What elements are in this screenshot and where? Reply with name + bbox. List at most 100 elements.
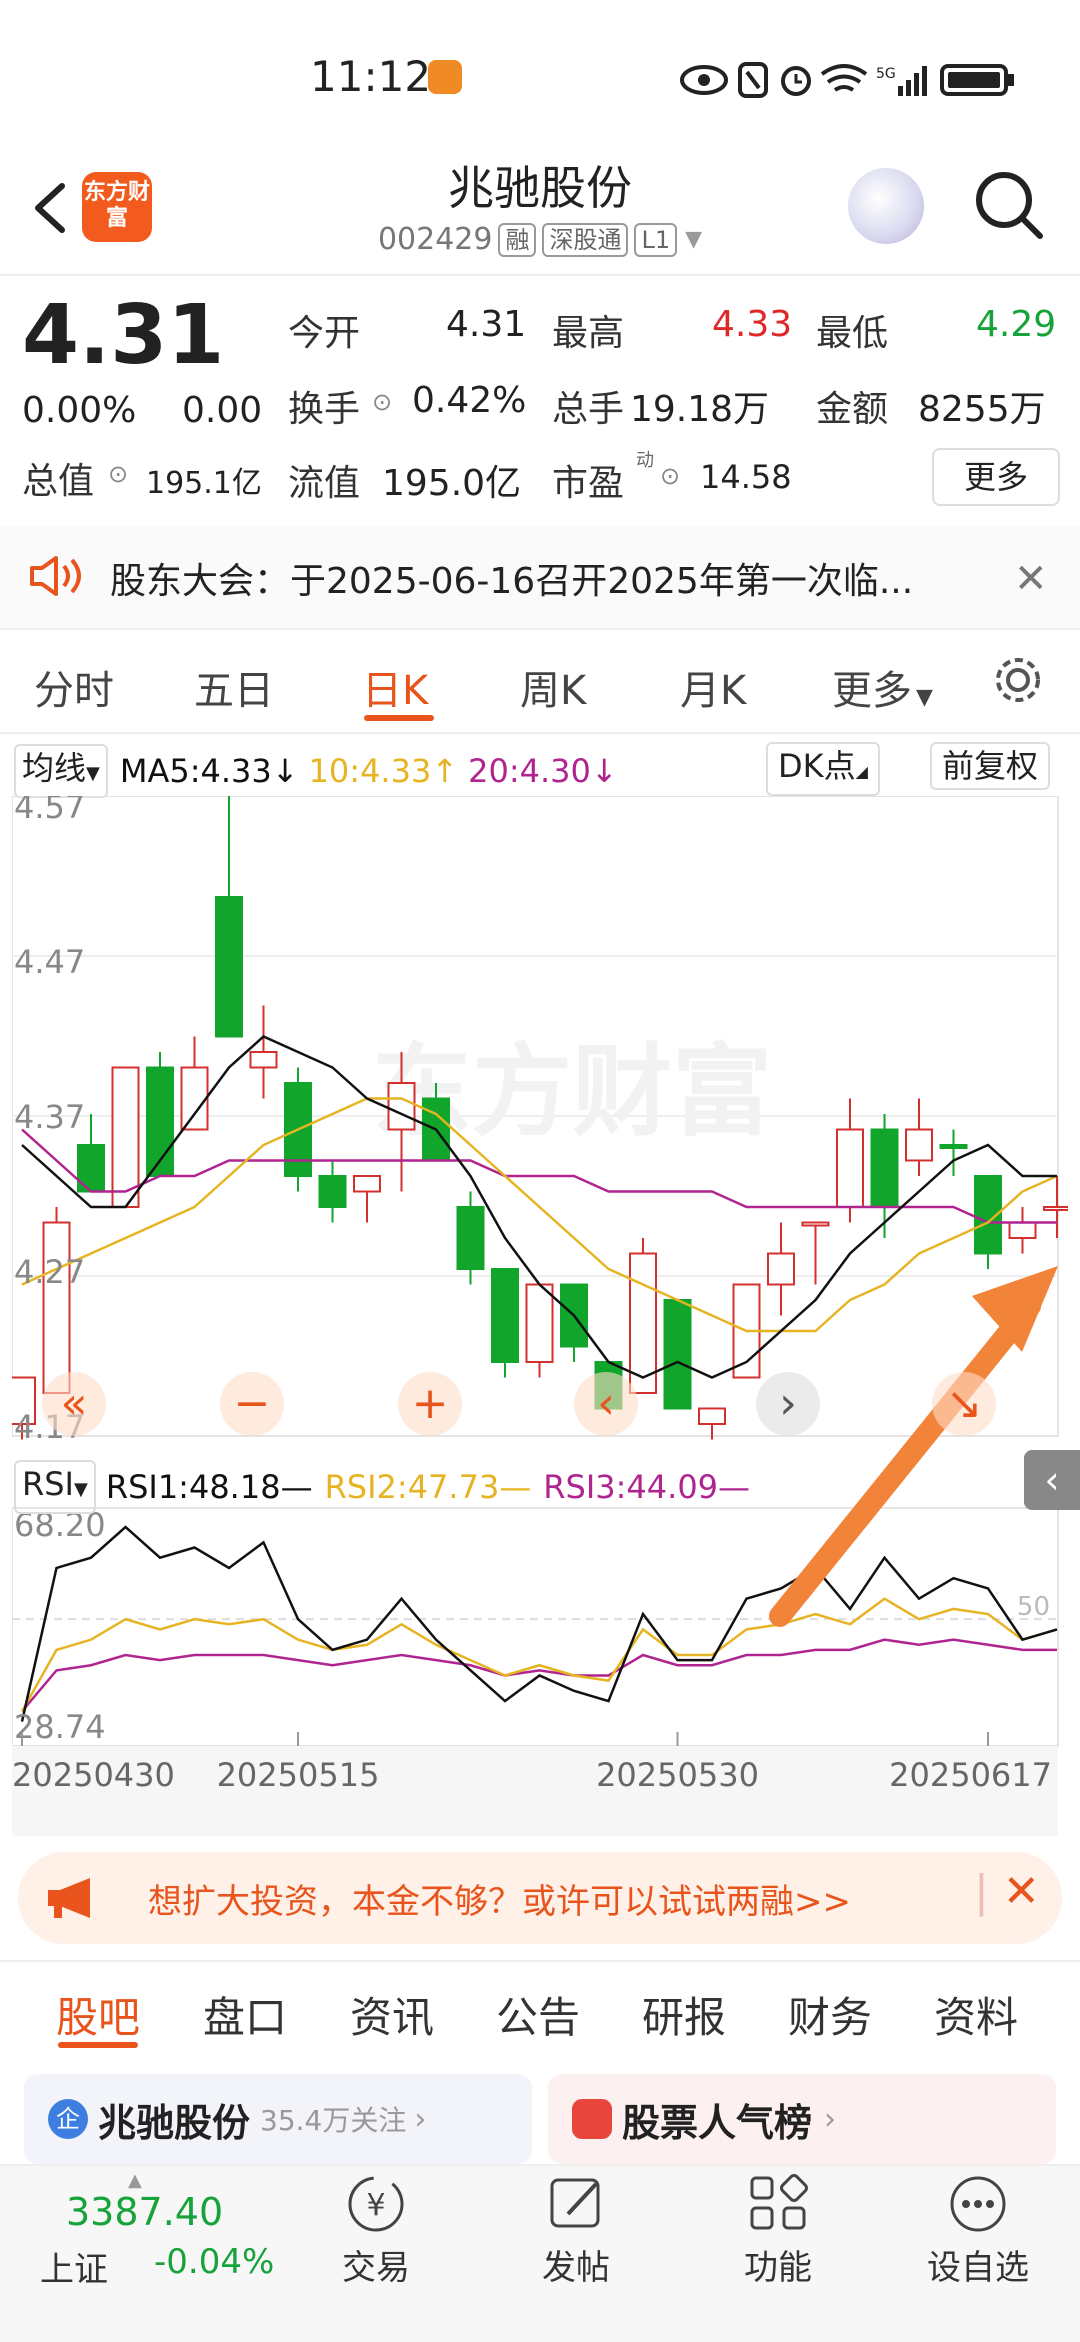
nav-functions[interactable]: 功能 — [708, 2172, 848, 2289]
arrow-shaft — [769, 1295, 1041, 1627]
caret-down-icon: ▼ — [685, 227, 703, 252]
card-title: 股票人气榜 — [622, 2100, 813, 2145]
zoom-in-button[interactable]: + — [398, 1372, 462, 1436]
tab-news[interactable]: 资讯 — [350, 1984, 434, 2045]
adjust-button[interactable]: 前复权 — [930, 742, 1051, 790]
date-label: 20250530 — [596, 1756, 759, 1794]
scroll-left-button[interactable]: ‹ — [574, 1372, 638, 1436]
candle-body — [353, 1175, 381, 1193]
search-button[interactable] — [974, 170, 1044, 240]
low-value: 4.29 — [976, 304, 1057, 345]
scroll-start-button[interactable]: « — [42, 1372, 106, 1436]
card-followers: 35.4万关注 — [260, 2104, 407, 2137]
index-name[interactable]: 上证 — [40, 2242, 108, 2291]
close-icon: ✕ — [1002, 1866, 1040, 1917]
ma-indicator-bar: 均线▼ MA5:4.33↓ 10:4.33↑ 20:4.30↓ — [14, 744, 618, 798]
candle-body — [1008, 1221, 1037, 1239]
rsi3-value: RSI3:44.09— — [543, 1468, 751, 1506]
tab-daily-k[interactable]: 日K — [362, 658, 428, 716]
promo-text[interactable]: 想扩大投资，本金不够？或许可以试试两融>> — [148, 1874, 851, 1923]
more-dots-icon — [950, 2176, 1006, 2232]
gear-icon — [996, 658, 1040, 702]
tab-monthly-k[interactable]: 月K — [680, 658, 746, 716]
battery-icon — [940, 64, 1014, 96]
candle-body — [767, 1252, 795, 1286]
tab-intraday[interactable]: 分时 — [34, 658, 114, 716]
index-value[interactable]: 3387.40 — [66, 2190, 223, 2234]
market-cap-label: 总值 — [22, 461, 95, 502]
high-value: 4.33 — [712, 304, 793, 345]
index-change[interactable]: -0.04% — [154, 2242, 274, 2282]
info-icon[interactable]: ⊙ — [108, 460, 128, 488]
card-title: 兆驰股份 — [98, 2100, 251, 2145]
active-tab-indicator — [364, 715, 434, 721]
scroll-right-button[interactable]: › — [756, 1372, 820, 1436]
info-icon[interactable]: ⊙ — [372, 388, 392, 416]
search-icon — [976, 172, 1043, 239]
candle-body — [180, 1066, 209, 1131]
ranking-chart-icon — [572, 2099, 612, 2139]
ma-selector[interactable]: 均线▼ — [14, 744, 108, 798]
close-notice-button[interactable]: ✕ — [1014, 556, 1048, 602]
candle-body — [836, 1128, 864, 1208]
rsi1-value: RSI1:48.18— — [105, 1468, 313, 1506]
nav-post[interactable]: 发帖 — [506, 2172, 646, 2289]
chevron-right-icon: › — [824, 2101, 837, 2137]
tab-research[interactable]: 研报 — [642, 1984, 726, 2045]
close-promo-button[interactable]: | ✕ — [974, 1866, 1040, 1917]
volume-label: 总手 — [552, 389, 625, 430]
tab-pankou[interactable]: 盘口 — [203, 1984, 287, 2045]
wifi-icon — [820, 64, 868, 92]
zoom-out-button[interactable]: − — [220, 1372, 284, 1436]
tab-profile[interactable]: 资料 — [934, 1984, 1018, 2045]
candle-body — [939, 1144, 968, 1149]
tab-more[interactable]: 更多 ▼ — [832, 658, 933, 716]
popularity-card[interactable]: 股票人气榜 › — [548, 2074, 1056, 2164]
candle-body — [870, 1128, 899, 1208]
price-tick-label: 4.47 — [14, 943, 85, 981]
candle-body — [318, 1175, 347, 1208]
nav-trade[interactable]: ¥ 交易 — [306, 2172, 446, 2289]
rsi2-value: RSI2:47.73— — [324, 1468, 532, 1506]
side-panel-toggle[interactable]: ‹ — [1024, 1450, 1080, 1510]
network-label: 5G — [876, 66, 896, 82]
candle-body — [663, 1299, 692, 1410]
market-cap-value: 195.1亿 — [146, 466, 262, 501]
notification-app-icon — [428, 60, 462, 94]
pe-dynamic-sup: 动 — [636, 450, 654, 471]
tab-weekly-k[interactable]: 周K — [520, 658, 586, 716]
info-icon[interactable]: ⊙ — [660, 462, 680, 490]
annotation-arrow — [769, 1266, 1058, 1627]
current-price: 4.31 — [22, 288, 225, 383]
grid-icon — [750, 2174, 808, 2230]
divider — [0, 274, 1080, 276]
company-badge-icon: 企 — [48, 2099, 88, 2139]
tab-guba[interactable]: 股吧 — [56, 1984, 140, 2045]
chart-settings-button[interactable] — [990, 652, 1046, 712]
candle-body — [387, 1082, 416, 1131]
megaphone-icon — [44, 1876, 100, 1924]
nav-add-watchlist-label: 设自选 — [927, 2248, 1029, 2288]
assistant-robot-icon[interactable] — [848, 168, 924, 244]
dk-point-button[interactable]: DK点◢ — [766, 742, 880, 796]
rsi-indicator-bar: RSI▼ RSI1:48.18— RSI2:47.73— RSI3:44.09— — [14, 1460, 750, 1514]
stock-code-line[interactable]: 002429 融 深股通 L1 ▼ — [0, 222, 1080, 257]
nav-add-watchlist[interactable]: 设自选 — [908, 2172, 1048, 2289]
speaker-icon — [28, 554, 84, 602]
candle-body — [249, 1051, 278, 1069]
rsi-selector[interactable]: RSI▼ — [14, 1460, 96, 1514]
rsi-tick-label: 28.74 — [14, 1708, 106, 1746]
ma20-value: 20:4.30↓ — [468, 752, 618, 790]
tab-finance[interactable]: 财务 — [788, 1984, 872, 2045]
stock-bar-card[interactable]: 企 兆驰股份 35.4万关注 › — [24, 2074, 532, 2164]
chevron-left-icon: ‹ — [1044, 1458, 1060, 1502]
open-label: 今开 — [288, 313, 361, 354]
more-quote-button[interactable]: 更多 — [932, 448, 1060, 506]
kline-chart[interactable]: 东方财富 4.574.474.374.274.17 5068.2028.74 2… — [12, 796, 1068, 1836]
tab-five-day[interactable]: 五日 — [194, 658, 274, 716]
eye-icon — [680, 65, 728, 95]
expand-button[interactable]: ↘ — [932, 1372, 996, 1436]
turnover-value: 0.42% — [412, 380, 527, 421]
notice-text[interactable]: 股东大会：于2025-06-16召开2025年第一次临... — [110, 552, 913, 604]
tab-announcements[interactable]: 公告 — [496, 1984, 580, 2045]
